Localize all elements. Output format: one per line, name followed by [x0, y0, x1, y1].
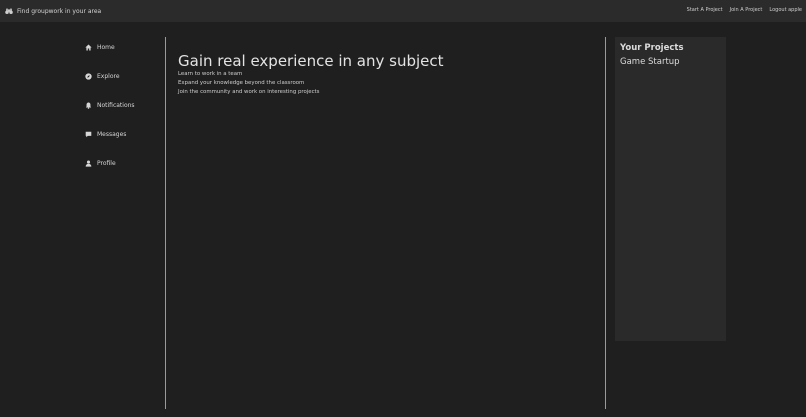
intro-line-community: Join the community and work on interesti…	[178, 89, 320, 95]
sidebar-item-explore[interactable]: Explore	[85, 73, 160, 102]
intro-line-knowledge: Expand your knowledge beyond the classro…	[178, 80, 305, 86]
bell-icon	[85, 102, 92, 109]
header-links: Start A Project Join A Project Logout ap…	[687, 7, 802, 13]
user-icon	[85, 160, 92, 167]
top-navbar: Find groupwork in your area Start A Proj…	[0, 0, 806, 22]
logout-link[interactable]: Logout apple	[769, 7, 802, 13]
left-divider	[165, 37, 166, 409]
start-project-link[interactable]: Start A Project	[687, 7, 723, 13]
brand-text: Find groupwork in your area	[17, 7, 102, 15]
sidebar-item-messages[interactable]: Messages	[85, 131, 160, 160]
chat-icon	[85, 131, 92, 138]
your-projects-panel: Your Projects Game Startup	[615, 37, 726, 341]
sidebar-item-home[interactable]: Home	[85, 44, 160, 73]
sidebar-item-label: Explore	[97, 73, 120, 80]
sidebar-item-label: Messages	[97, 131, 127, 138]
project-item[interactable]: Game Startup	[620, 57, 680, 67]
projects-heading: Your Projects	[620, 43, 684, 53]
sidebar: Home Explore Notifications Messages Prof…	[85, 44, 160, 189]
brand[interactable]: Find groupwork in your area	[5, 6, 101, 16]
main-content: Gain real experience in any subject Lear…	[178, 52, 598, 97]
binoculars-icon	[5, 8, 13, 14]
right-divider	[605, 37, 606, 409]
sidebar-item-label: Profile	[97, 160, 116, 167]
sidebar-item-label: Notifications	[97, 102, 135, 109]
home-icon	[85, 44, 92, 51]
compass-icon	[85, 73, 92, 80]
sidebar-item-label: Home	[97, 44, 115, 51]
intro-line-team: Learn to work in a team	[178, 71, 243, 77]
sidebar-item-notifications[interactable]: Notifications	[85, 102, 160, 131]
sidebar-item-profile[interactable]: Profile	[85, 160, 160, 189]
join-project-link[interactable]: Join A Project	[730, 7, 763, 13]
page-title: Gain real experience in any subject	[178, 52, 444, 70]
